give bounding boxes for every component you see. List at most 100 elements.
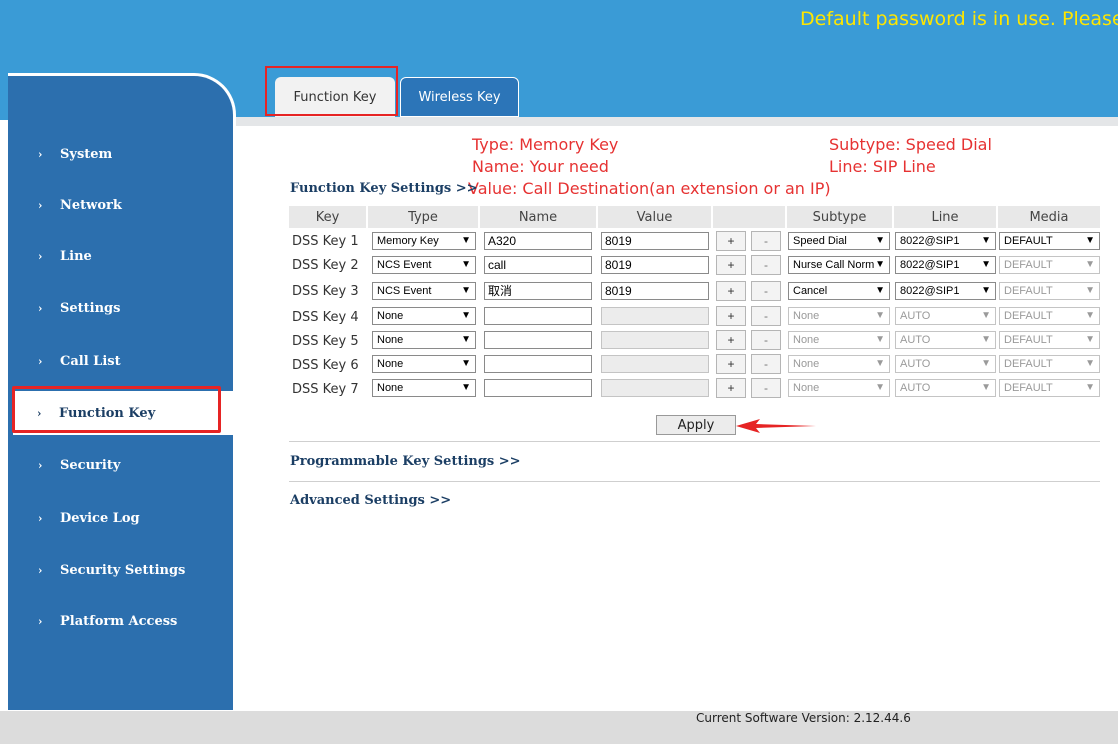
media-select[interactable]: DEFAULT ▼ [999,232,1100,250]
media-select[interactable]: DEFAULT ▼ [999,256,1100,274]
sidebar-item-device-log[interactable]: › Device Log [8,498,233,538]
plus-button[interactable]: + [716,330,746,350]
media-select[interactable]: DEFAULT ▼ [999,331,1100,349]
type-select[interactable]: None ▼ [372,307,476,325]
line-select[interactable]: AUTO ▼ [895,379,996,397]
chevron-down-icon: ▼ [461,259,471,270]
value-input[interactable]: 8019 [601,256,709,274]
line-select[interactable]: 8022@SIP1 ▼ [895,232,996,250]
chevron-down-icon: ▼ [1085,235,1095,246]
sidebar-item-security-settings[interactable]: › Security Settings [8,550,233,590]
name-input[interactable]: call [484,256,592,274]
annotation-subtype: Subtype: Speed Dial [829,135,992,154]
subtype-select[interactable]: Nurse Call Norm ▼ [788,256,890,274]
subtype-select[interactable]: None ▼ [788,331,890,349]
sidebar-item-security[interactable]: › Security [8,445,233,485]
plus-button[interactable]: + [716,306,746,326]
chevron-down-icon: ▼ [1085,310,1095,321]
advanced-settings-title[interactable]: Advanced Settings >> [290,493,451,508]
section-divider [289,441,1100,442]
chevron-down-icon: ▼ [1085,382,1095,393]
media-select[interactable]: DEFAULT ▼ [999,355,1100,373]
chevron-down-icon: ▼ [461,334,471,345]
type-select[interactable]: NCS Event ▼ [372,282,476,300]
minus-button[interactable]: - [751,378,781,398]
value-input[interactable] [601,331,709,349]
subtype-select[interactable]: Speed Dial ▼ [788,232,890,250]
chevron-down-icon: ▼ [875,259,885,270]
chevron-down-icon: ▼ [875,310,885,321]
line-select[interactable]: AUTO ▼ [895,307,996,325]
chevron-down-icon: ▼ [981,285,991,296]
apply-button[interactable]: Apply [656,415,736,435]
sidebar-item-label: System [60,146,113,162]
chevron-right-icon: › [38,458,43,472]
type-select[interactable]: None ▼ [372,379,476,397]
value-input[interactable] [601,307,709,325]
sidebar-item-system[interactable]: › System [8,134,233,174]
sidebar-item-settings[interactable]: › Settings [8,288,233,328]
minus-button[interactable]: - [751,281,781,301]
annotation-name: Name: Your need [472,157,609,176]
value-input[interactable] [601,355,709,373]
chevron-right-icon: › [38,249,43,263]
type-select[interactable]: None ▼ [372,355,476,373]
chevron-down-icon: ▼ [875,285,885,296]
media-select[interactable]: DEFAULT ▼ [999,282,1100,300]
type-select[interactable]: None ▼ [372,331,476,349]
sidebar-item-network[interactable]: › Network [8,185,233,225]
name-input[interactable]: 取消 [484,282,592,300]
type-select[interactable]: NCS Event ▼ [372,256,476,274]
line-select[interactable]: AUTO ▼ [895,355,996,373]
minus-button[interactable]: - [751,330,781,350]
tab-wireless-key[interactable]: Wireless Key [400,77,519,117]
row-key-label: DSS Key 4 [292,310,359,325]
function-key-settings-title[interactable]: Function Key Settings >> [290,181,478,196]
value-input[interactable]: 8019 [601,282,709,300]
minus-button[interactable]: - [751,255,781,275]
plus-button[interactable]: + [716,255,746,275]
col-header-blank [713,206,785,228]
plus-button[interactable]: + [716,354,746,374]
chevron-down-icon: ▼ [461,235,471,246]
minus-button[interactable]: - [751,231,781,251]
name-input[interactable]: A320 [484,232,592,250]
chevron-down-icon: ▼ [461,310,471,321]
minus-button[interactable]: - [751,354,781,374]
name-input[interactable] [484,331,592,349]
sidebar-item-line[interactable]: › Line [8,236,233,276]
annotation-line: Line: SIP Line [829,157,936,176]
default-password-warning[interactable]: Default password is in use. Please chang… [800,8,1118,30]
line-select[interactable]: 8022@SIP1 ▼ [895,256,996,274]
programmable-key-settings-title[interactable]: Programmable Key Settings >> [290,454,521,469]
sidebar-item-label: Security [60,457,121,473]
subtype-select[interactable]: None ▼ [788,307,890,325]
chevron-down-icon: ▼ [1085,285,1095,296]
line-select[interactable]: 8022@SIP1 ▼ [895,282,996,300]
subtype-select[interactable]: Cancel ▼ [788,282,890,300]
plus-button[interactable]: + [716,378,746,398]
col-header-line: Line [894,206,996,228]
value-input[interactable]: 8019 [601,232,709,250]
line-select[interactable]: AUTO ▼ [895,331,996,349]
plus-button[interactable]: + [716,231,746,251]
plus-button[interactable]: + [716,281,746,301]
media-select[interactable]: DEFAULT ▼ [999,379,1100,397]
chevron-down-icon: ▼ [461,285,471,296]
subtype-select[interactable]: None ▼ [788,355,890,373]
type-select[interactable]: Memory Key ▼ [372,232,476,250]
media-select[interactable]: DEFAULT ▼ [999,307,1100,325]
chevron-down-icon: ▼ [981,334,991,345]
minus-button[interactable]: - [751,306,781,326]
tab-divider [236,117,1118,126]
name-input[interactable] [484,307,592,325]
name-input[interactable] [484,355,592,373]
col-header-value: Value [598,206,711,228]
chevron-down-icon: ▼ [875,382,885,393]
chevron-right-icon: › [38,301,43,315]
subtype-select[interactable]: None ▼ [788,379,890,397]
value-input[interactable] [601,379,709,397]
name-input[interactable] [484,379,592,397]
sidebar-item-platform-access[interactable]: › Platform Access [8,601,233,641]
sidebar-item-call-list[interactable]: › Call List [8,341,233,381]
